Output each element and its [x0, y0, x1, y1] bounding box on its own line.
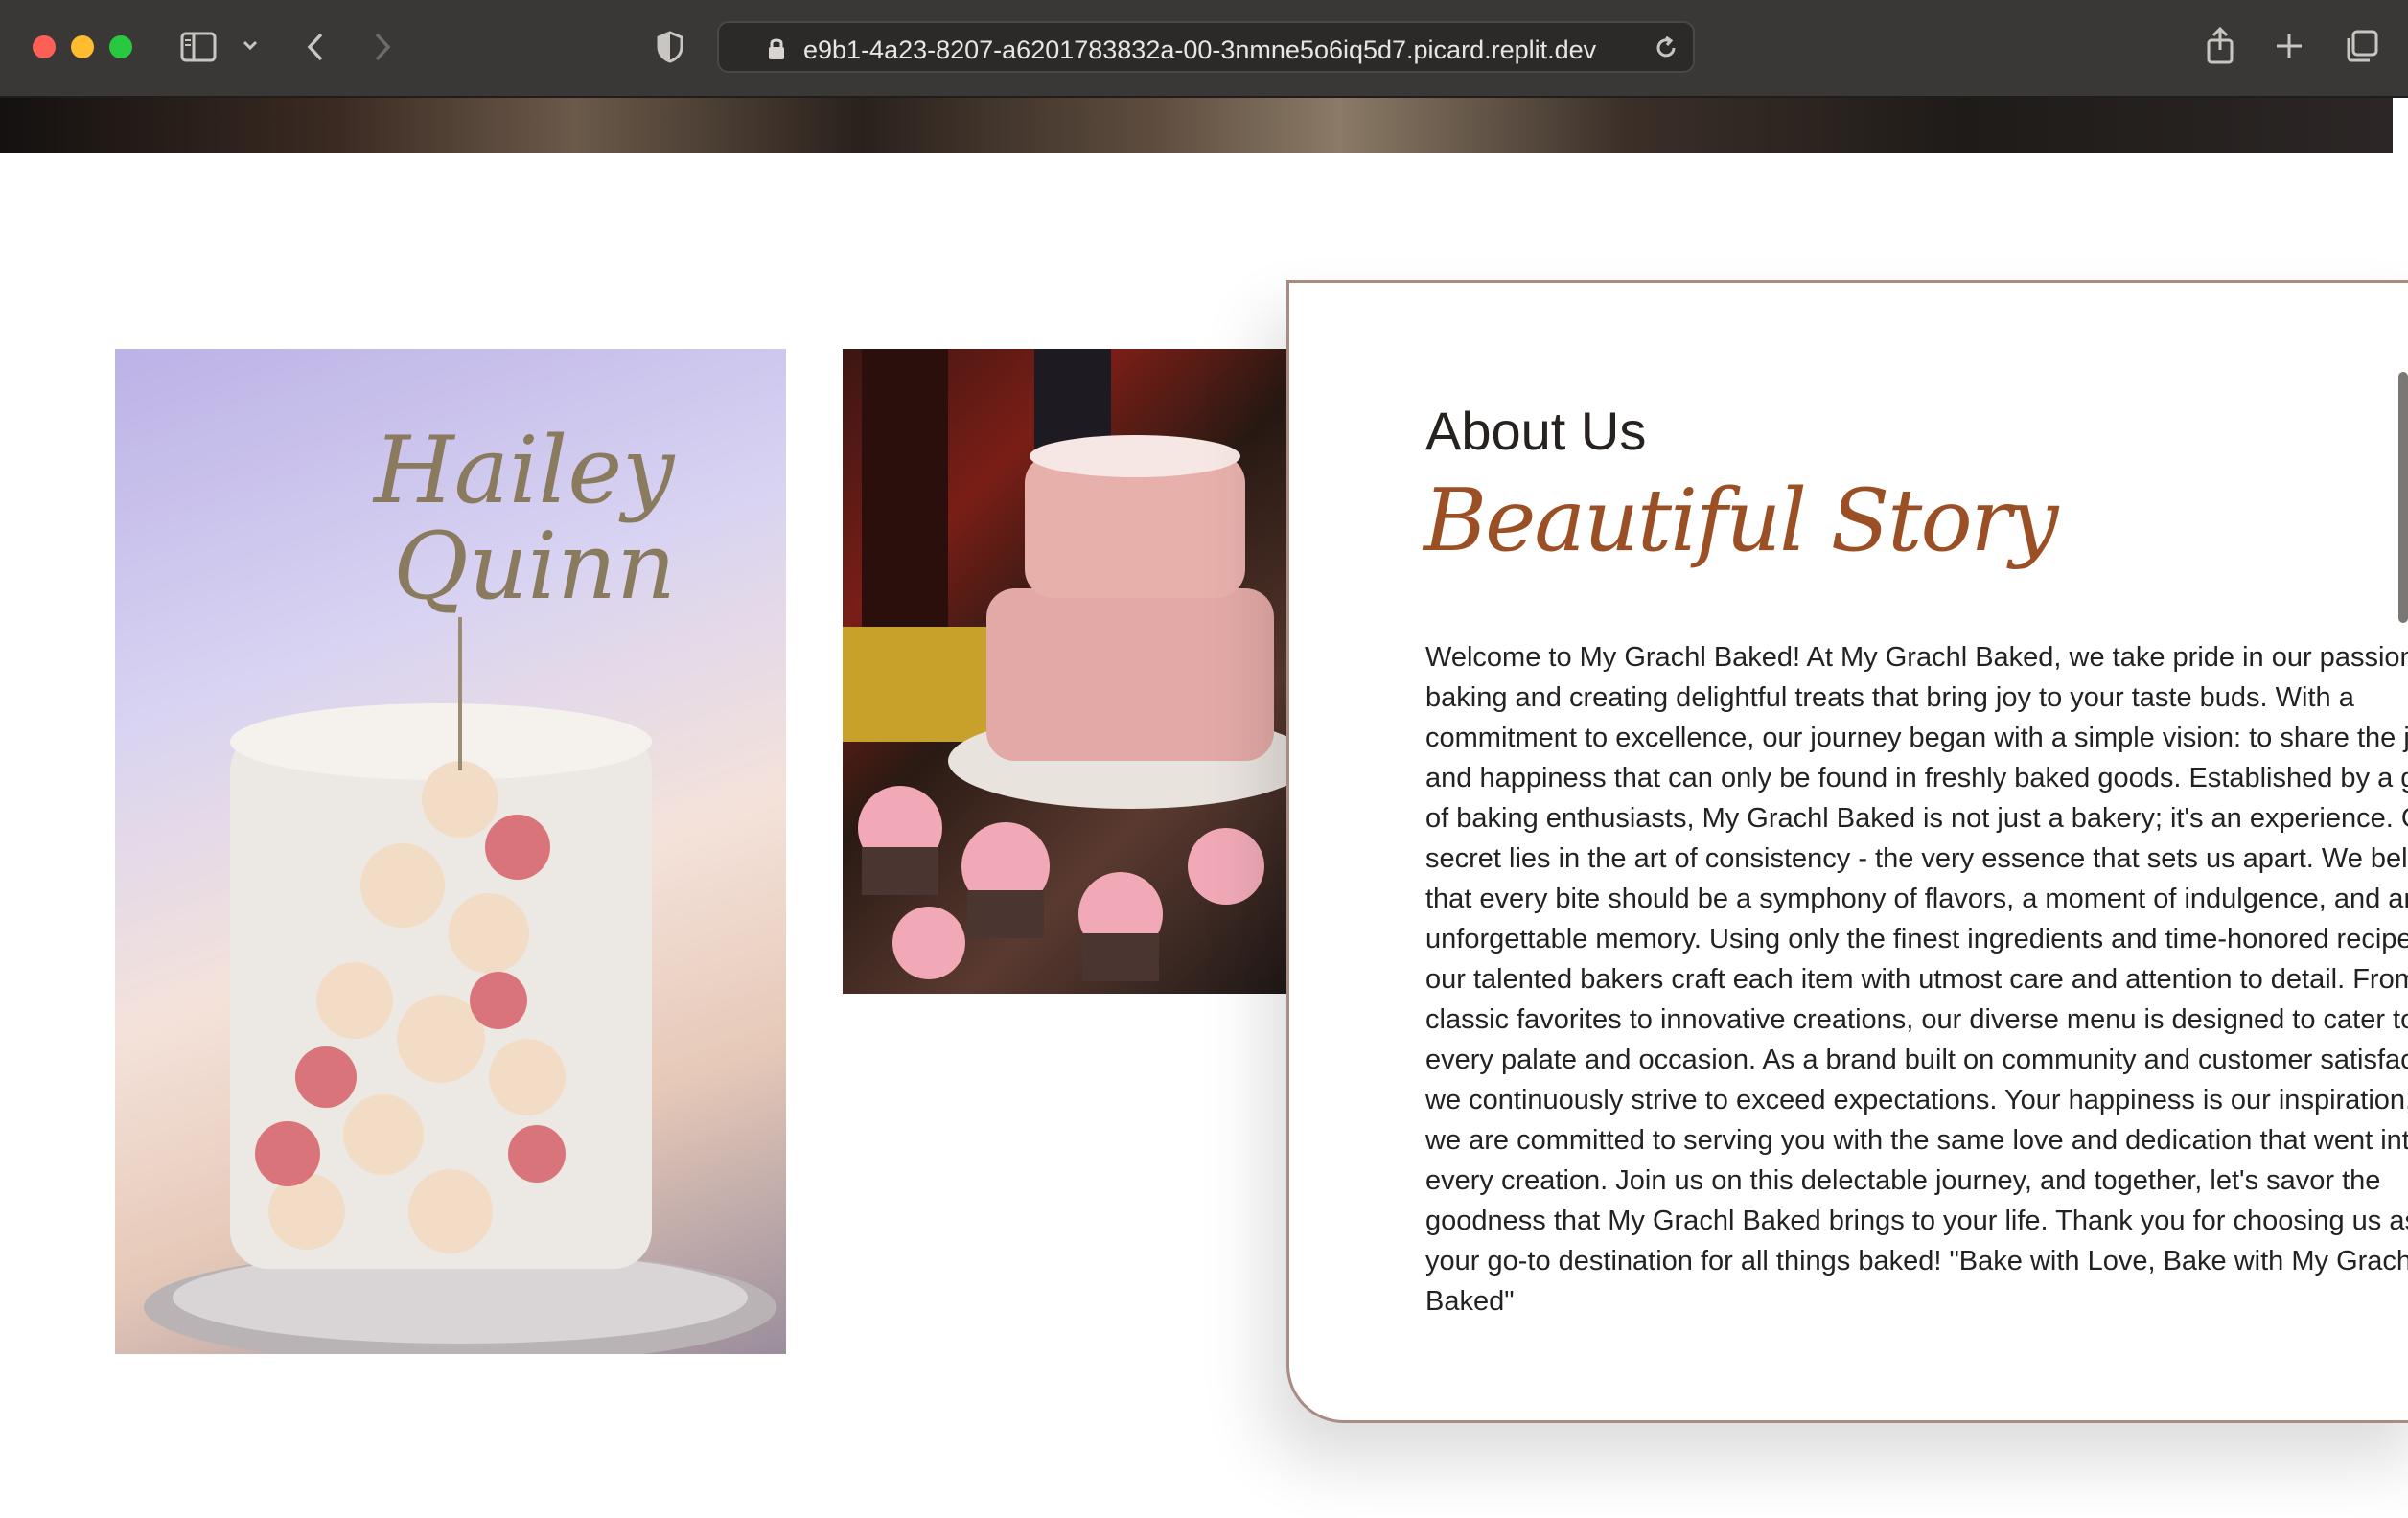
about-us-heading: About Us: [1425, 401, 1647, 461]
forward-icon[interactable]: [372, 31, 393, 63]
privacy-shield-icon[interactable]: [656, 31, 684, 63]
about-us-card: About Us Beautiful Story Welcome to My G…: [1286, 280, 2408, 1423]
new-tab-icon[interactable]: [2274, 31, 2304, 61]
svg-text:Hailey: Hailey: [372, 417, 676, 524]
lock-icon: [767, 36, 786, 66]
page-scrollbar[interactable]: [2398, 372, 2408, 623]
browser-toolbar: e9b1-4a23-8207-a6201783832a-00-3nmne5o6i…: [0, 0, 2408, 98]
svg-text:Quinn: Quinn: [393, 513, 676, 620]
chevron-down-icon[interactable]: [242, 38, 259, 52]
beautiful-story-subheading: Beautiful Story: [1424, 471, 2059, 571]
zoom-window-button[interactable]: [109, 35, 132, 58]
url-text: e9b1-4a23-8207-a6201783832a-00-3nmne5o6i…: [803, 35, 1597, 64]
about-us-text: Welcome to My Grachl Baked! At My Grachl…: [1425, 642, 2408, 1317]
sidebar-icon[interactable]: [180, 32, 217, 62]
hero-banner-bottom: [0, 98, 2393, 153]
tab-overview-icon[interactable]: [2345, 29, 2379, 63]
share-icon[interactable]: [2205, 27, 2235, 65]
close-window-button[interactable]: [33, 35, 56, 58]
reload-icon[interactable]: [1653, 34, 1679, 66]
back-icon[interactable]: [305, 31, 326, 63]
cake-photo-floral: Hailey Quinn: [115, 349, 786, 1354]
minimize-window-button[interactable]: [71, 35, 94, 58]
address-bar[interactable]: e9b1-4a23-8207-a6201783832a-00-3nmne5o6i…: [717, 21, 1695, 73]
cake-photo-pink: [843, 349, 1293, 994]
